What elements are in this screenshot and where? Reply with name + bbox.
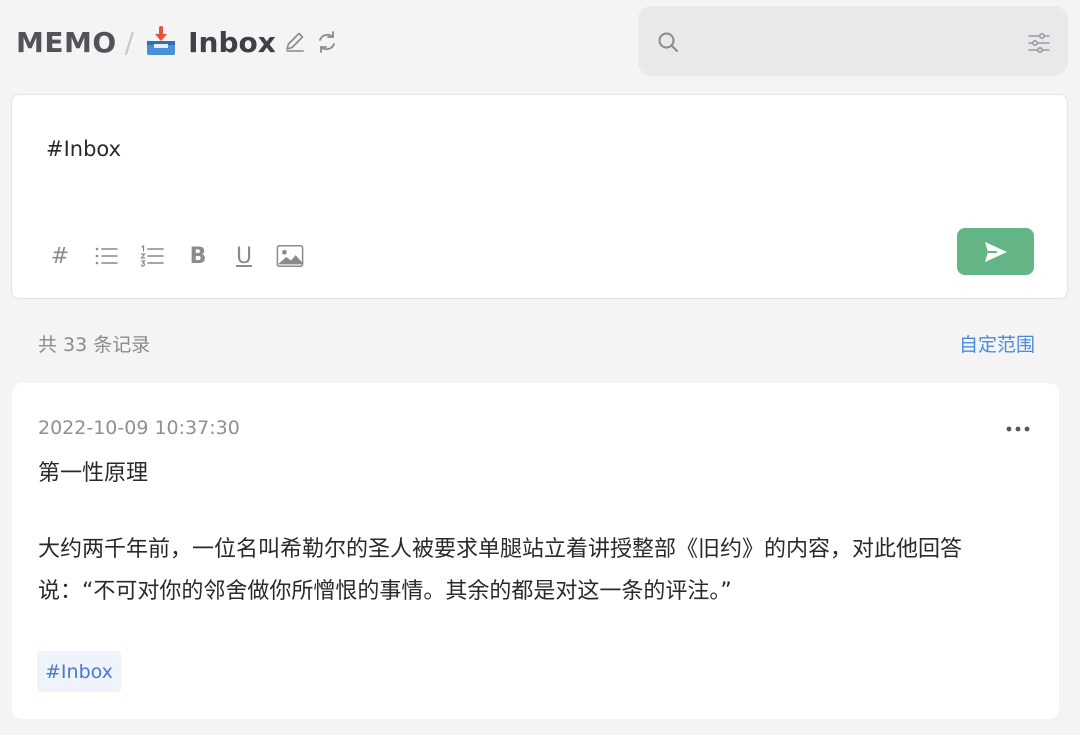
underline-button[interactable]: U: [230, 242, 258, 270]
edit-pencil-icon[interactable]: [282, 29, 308, 55]
records-count: 共 33 条记录: [38, 334, 151, 356]
memo-timestamp: 2022-10-09 10:37:30: [38, 417, 240, 439]
send-button[interactable]: [957, 228, 1034, 275]
search-input[interactable]: [694, 24, 1014, 58]
search-icon: [656, 30, 680, 54]
app-name[interactable]: MEMO: [16, 26, 117, 59]
breadcrumb-separator: /: [124, 25, 135, 59]
editor-toolbar: # B U: [46, 239, 304, 273]
inbox-tray-icon: [144, 25, 178, 59]
bullet-list-icon[interactable]: [92, 242, 120, 270]
memo-body: 大约两千年前，一位名叫希勒尔的圣人被要求单腿站立着讲授整部《旧约》的内容，对此他…: [38, 537, 963, 604]
sync-icon[interactable]: [314, 29, 340, 55]
tag-insert-button[interactable]: #: [46, 242, 74, 270]
search-bar[interactable]: [638, 6, 1068, 76]
send-icon: [984, 241, 1007, 262]
memo-title: 第一性原理: [38, 461, 149, 486]
ordered-list-icon[interactable]: [138, 242, 166, 270]
filter-sliders-icon[interactable]: [1026, 30, 1052, 56]
image-icon[interactable]: [276, 242, 304, 270]
records-bar: 共 33 条记录 自定范围: [38, 326, 1035, 358]
memo-editor[interactable]: #Inbox # B U: [11, 94, 1068, 299]
editor-textarea[interactable]: #Inbox: [46, 137, 121, 161]
current-tag-title: Inbox: [188, 25, 276, 59]
custom-range-link[interactable]: 自定范围: [959, 330, 1035, 357]
header: MEMO / Inbox: [0, 0, 1080, 84]
breadcrumb: MEMO / Inbox: [16, 22, 340, 62]
memo-card: 2022-10-09 10:37:30 第一性原理 大约两千年前，一位名叫希勒尔…: [12, 383, 1059, 719]
bold-button[interactable]: B: [184, 242, 212, 270]
more-horizontal-icon[interactable]: [1005, 419, 1031, 432]
memo-tag[interactable]: #Inbox: [37, 651, 121, 692]
